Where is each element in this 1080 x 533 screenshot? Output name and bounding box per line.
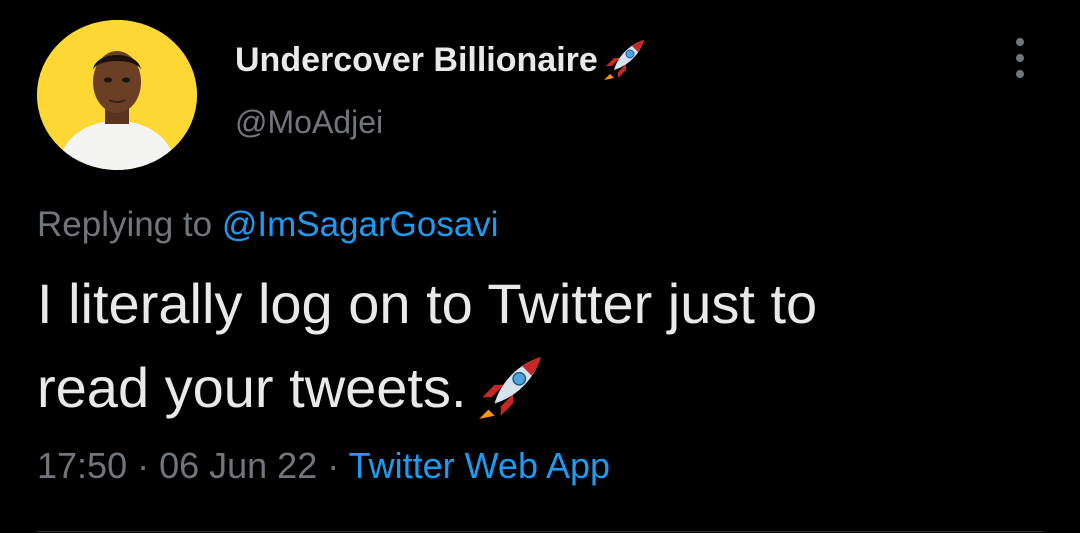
- reply-mention-link[interactable]: @ImSagarGosavi: [222, 205, 499, 244]
- avatar[interactable]: [37, 20, 197, 170]
- author-name[interactable]: Undercover Billionaire: [235, 36, 648, 84]
- dot-icon: [1016, 54, 1024, 62]
- tweet-text-line: read your tweets.: [37, 356, 467, 419]
- tweet-source-link[interactable]: Twitter Web App: [349, 445, 610, 486]
- more-options-button[interactable]: [1004, 36, 1036, 80]
- author-display-name[interactable]: Undercover Billionaire: [235, 41, 598, 80]
- tweet-meta: 17:50 · 06 Jun 22 · Twitter Web App: [37, 445, 610, 487]
- dot-icon: [1016, 38, 1024, 46]
- tweet-text: I literally log on to Twitter just to re…: [37, 262, 1047, 430]
- tweet-time[interactable]: 17:50: [37, 445, 127, 486]
- rocket-icon: [600, 36, 648, 84]
- meta-separator: ·: [317, 445, 349, 486]
- tweet-text-line: I literally log on to Twitter just to: [37, 272, 818, 335]
- meta-separator: ·: [127, 445, 160, 486]
- tweet-text-line-2: read your tweets.: [37, 346, 1047, 430]
- dot-icon: [1016, 70, 1024, 78]
- avatar-photo: [37, 20, 197, 170]
- author-handle[interactable]: @MoAdjei: [235, 104, 383, 141]
- tweet-date[interactable]: 06 Jun 22: [159, 445, 317, 486]
- replying-to-label: Replying to: [37, 205, 222, 244]
- divider: [37, 531, 1043, 532]
- rocket-icon: [473, 351, 547, 425]
- replying-to: Replying to @ImSagarGosavi: [37, 205, 499, 245]
